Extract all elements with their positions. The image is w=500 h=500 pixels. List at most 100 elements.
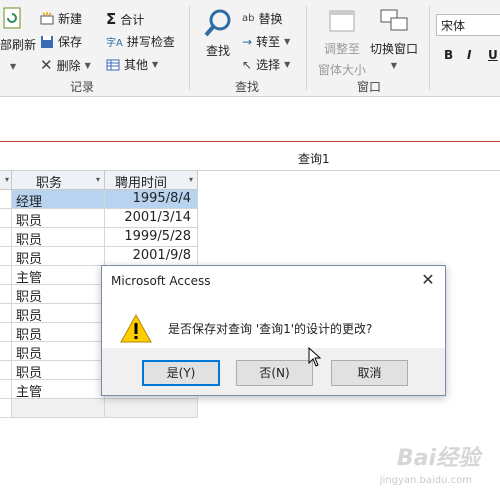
separator: [429, 6, 430, 90]
warning-icon: [120, 313, 152, 343]
separator: [306, 6, 307, 90]
select-dropdown-icon: ▼: [284, 60, 291, 69]
more-button[interactable]: 其他 ▼: [106, 56, 158, 73]
fit-window-icon: [329, 10, 355, 32]
delete-icon: ✕: [40, 56, 53, 74]
cell-position[interactable]: 主管: [12, 380, 105, 400]
column-header-hire-date[interactable]: 聘用时间 ▾: [105, 171, 198, 191]
cell-position[interactable]: 职员: [12, 247, 105, 267]
cell-position[interactable]: [12, 399, 105, 418]
cell-position[interactable]: 职员: [12, 228, 105, 248]
cell-position[interactable]: 职员: [12, 285, 105, 305]
query-tab-title[interactable]: 查询1: [298, 150, 330, 167]
find-button[interactable]: 查找: [203, 8, 233, 59]
mouse-cursor-icon: [308, 347, 322, 367]
select-label: 选择: [256, 58, 281, 72]
fit-label-1: 调整至: [324, 42, 361, 56]
cell-position[interactable]: 职员: [12, 209, 105, 229]
totals-button[interactable]: Σ 合计: [106, 10, 144, 28]
dialog-titlebar[interactable]: Microsoft Access ✕: [102, 266, 445, 296]
row-selector[interactable]: [0, 342, 12, 361]
row-selector[interactable]: [0, 209, 12, 228]
row-selector[interactable]: [0, 190, 12, 209]
refresh-all-button[interactable]: 部刷新: [0, 6, 36, 53]
bold-button[interactable]: B: [444, 48, 453, 62]
save-icon: [41, 35, 53, 48]
yes-button[interactable]: 是(Y): [142, 360, 220, 386]
cell-hire-date[interactable]: 1999/5/28: [105, 228, 198, 247]
underline-button[interactable]: U: [488, 48, 498, 62]
records-group-label: 记录: [70, 80, 95, 94]
magnifier-icon: [204, 9, 231, 37]
more-label: 其他: [124, 58, 149, 72]
chevron-down-icon[interactable]: ▾: [189, 175, 193, 184]
close-icon[interactable]: ✕: [417, 270, 439, 290]
dialog-message: 是否保存对查询 '查询1'的设计的更改?: [168, 322, 373, 336]
goto-dropdown-icon: ▼: [284, 37, 291, 46]
find-label: 查找: [205, 44, 230, 58]
refresh-icon: [3, 7, 21, 29]
switch-dropdown-icon: ▼: [390, 61, 398, 70]
chevron-down-icon[interactable]: ▾: [96, 175, 100, 184]
new-record-icon: [40, 11, 54, 24]
column-header-label: 职务: [36, 176, 63, 191]
delete-dropdown-icon: ▼: [84, 60, 91, 70]
switch-window-button[interactable]: 切换窗口 ▼: [370, 8, 418, 70]
goto-label: 转至: [256, 35, 281, 49]
arrow-right-icon: →: [242, 34, 253, 49]
switch-window-label: 切换窗口: [370, 42, 419, 56]
font-name-box[interactable]: 宋体: [436, 14, 500, 36]
cell-hire-date[interactable]: 2001/3/14: [105, 209, 198, 228]
chevron-down-icon: ▾: [4, 175, 9, 184]
ribbon: 部刷新 ▼ 新建 保存 ✕ 删除 ▼ Σ 合计 字A 拼写检查 其他 ▼ 记录 …: [0, 0, 500, 97]
cancel-button[interactable]: 取消: [331, 360, 408, 386]
watermark: Bai经验: [396, 446, 480, 471]
cell-hire-date[interactable]: 1995/8/4: [105, 190, 198, 209]
more-dropdown-icon: ▼: [152, 60, 159, 69]
row-selector[interactable]: [0, 380, 12, 399]
column-header-position[interactable]: 职务 ▾: [12, 171, 105, 191]
row-selector[interactable]: [0, 247, 12, 266]
cell-position[interactable]: 职员: [12, 323, 105, 343]
dialog-title: Microsoft Access: [111, 274, 211, 288]
fit-label-2: 窗体大小: [318, 63, 367, 77]
cell-position[interactable]: 经理: [12, 190, 105, 210]
table-icon: [106, 59, 120, 70]
row-selector-header: ▾: [0, 171, 12, 190]
save-record-label: 保存: [58, 35, 83, 49]
refresh-dropdown-icon[interactable]: ▼: [10, 62, 16, 71]
goto-button[interactable]: → 转至 ▼: [242, 33, 290, 50]
save-changes-dialog: Microsoft Access ✕ 是否保存对查询 '查询1'的设计的更改? …: [101, 265, 446, 396]
refresh-label: 部刷新: [0, 38, 37, 52]
new-record-label: 新建: [58, 12, 83, 26]
sigma-icon: Σ: [106, 10, 117, 28]
watermark-url: jingyan.baidu.com: [379, 475, 472, 486]
row-selector[interactable]: [0, 266, 12, 285]
row-selector[interactable]: [0, 304, 12, 323]
select-button[interactable]: ↖ 选择 ▼: [242, 56, 290, 73]
replace-icon: ab: [242, 13, 255, 24]
italic-button[interactable]: I: [467, 48, 471, 62]
cell-hire-date[interactable]: 2001/9/8: [105, 247, 198, 266]
fit-to-window-button[interactable]: 调整至 窗体大小: [318, 8, 366, 78]
row-selector[interactable]: [0, 228, 12, 247]
row-selector[interactable]: [0, 361, 12, 380]
row-selector[interactable]: [0, 323, 12, 342]
new-record-button[interactable]: 新建: [40, 10, 82, 27]
row-selector[interactable]: [0, 399, 12, 418]
delete-record-button[interactable]: ✕ 删除 ▼: [40, 56, 91, 74]
cell-position[interactable]: 主管: [12, 266, 105, 286]
row-selector[interactable]: [0, 285, 12, 304]
spell-check-button[interactable]: 字A 拼写检查: [106, 33, 175, 50]
cell-hire-date[interactable]: [105, 399, 198, 418]
save-record-button[interactable]: 保存: [40, 33, 82, 50]
tab-underline: [0, 141, 500, 142]
no-button[interactable]: 否(N): [236, 360, 313, 386]
find-group-label: 查找: [235, 80, 260, 94]
column-header-label: 聘用时间: [115, 176, 168, 191]
cell-position[interactable]: 职员: [12, 342, 105, 362]
replace-button[interactable]: ab 替换: [242, 10, 283, 27]
cell-position[interactable]: 职员: [12, 361, 105, 381]
cell-position[interactable]: 职员: [12, 304, 105, 324]
spell-check-label: 拼写检查: [126, 35, 175, 49]
